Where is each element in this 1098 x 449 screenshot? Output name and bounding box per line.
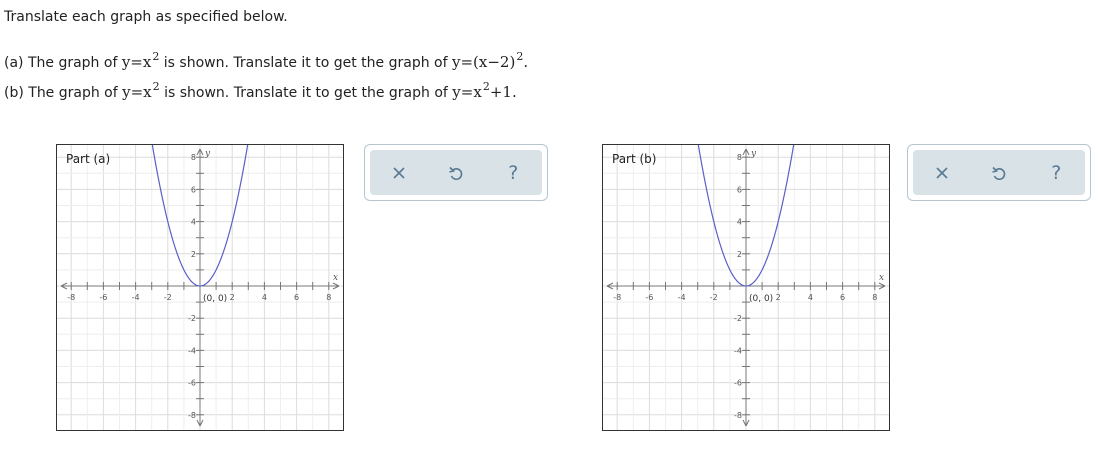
y-axis-label: y: [204, 149, 211, 159]
y-axis-label: y: [750, 149, 757, 159]
part-b-middle: is shown. Translate it to get the graph …: [164, 85, 448, 101]
y-tick-label: -4: [188, 346, 196, 355]
x-tick-label: 4: [262, 293, 267, 302]
x-axis-label: x: [333, 273, 338, 283]
x-tick-label: -4: [132, 293, 140, 302]
graph-part-a[interactable]: -8 -6 -4 -2 2 4 6 8 8 6 4 2 -2 -4 -6 -8 x y (0, 0) Part (a…: [56, 144, 344, 431]
help-button[interactable]: ?: [496, 156, 530, 190]
y-tick-label: -8: [734, 411, 742, 420]
y-tick-label: -4: [734, 346, 742, 355]
y-tick-label: -2: [734, 314, 742, 323]
x-tick-label: -8: [67, 293, 75, 302]
undo-button[interactable]: [439, 156, 473, 190]
part-b-prefix: (b) The graph of: [4, 85, 118, 101]
graph-part-b[interactable]: -8 -6 -4 -2 2 4 6 8 8 6 4 2 -2 -4 -6 -8 x y (0, 0) Part (b…: [602, 144, 890, 431]
x-tick-label: -2: [710, 293, 718, 302]
part-b-target-equation: y=x2+1.: [452, 80, 517, 101]
undo-icon: [449, 166, 463, 180]
help-icon: ?: [1051, 161, 1062, 184]
help-icon: ?: [508, 161, 519, 184]
x-tick-label: 6: [294, 293, 299, 302]
x-tick-label: -2: [164, 293, 172, 302]
y-tick-label: -8: [188, 411, 196, 420]
part-a-prefix: (a) The graph of: [4, 55, 118, 71]
vertex-label: (0, 0): [203, 294, 227, 304]
close-icon: [936, 166, 948, 179]
undo-icon: [992, 166, 1006, 180]
part-b-given-equation: y=x2: [122, 80, 160, 101]
vertex-label: (0, 0): [749, 294, 773, 304]
x-tick-label: 2: [776, 293, 781, 302]
y-tick-label: -6: [188, 379, 196, 388]
y-tick-label: 8: [191, 153, 196, 162]
x-tick-label: 8: [326, 293, 331, 302]
x-tick-label: 6: [840, 293, 845, 302]
x-tick-label: -8: [613, 293, 621, 302]
x-tick-label: 4: [808, 293, 813, 302]
part-a-target-equation: y=(x−2)2.: [451, 50, 529, 71]
graph-part-b-label: Part (b): [612, 152, 657, 166]
y-tick-label: 2: [191, 250, 196, 259]
part-b-prompt: (b) The graph of y=x2 is shown. Translat…: [4, 80, 517, 101]
clear-button[interactable]: [382, 156, 416, 190]
y-tick-label: 8: [737, 153, 742, 162]
x-tick-label: -6: [645, 293, 653, 302]
y-tick-label: 4: [737, 218, 742, 227]
y-tick-label: 2: [737, 250, 742, 259]
clear-button[interactable]: [925, 156, 959, 190]
part-a-prompt: (a) The graph of y=x2 is shown. Translat…: [4, 50, 529, 71]
part-a-given-equation: y=x2: [121, 50, 160, 71]
y-tick-label: 6: [191, 185, 196, 194]
graph-part-b-canvas[interactable]: -8 -6 -4 -2 2 4 6 8 8 6 4 2 -2 -4 -6 -8 x y (0, 0): [603, 145, 889, 430]
help-button[interactable]: ?: [1039, 156, 1073, 190]
y-tick-label: -6: [734, 379, 742, 388]
y-tick-label: 4: [191, 218, 196, 227]
x-tick-label: -4: [678, 293, 686, 302]
part-a-middle: is shown. Translate it to get the graph …: [163, 55, 448, 71]
undo-button[interactable]: [982, 156, 1016, 190]
x-tick-label: -6: [99, 293, 107, 302]
graph-part-a-canvas[interactable]: -8 -6 -4 -2 2 4 6 8 8 6 4 2 -2 -4 -6 -8 x y (0, 0): [57, 145, 343, 430]
toolbar-part-a: ?: [364, 144, 548, 201]
toolbar-part-b: ?: [907, 144, 1091, 201]
x-axis-label: x: [879, 273, 884, 283]
y-tick-label: 6: [737, 185, 742, 194]
y-tick-label: -2: [188, 314, 196, 323]
instructions-text: Translate each graph as specified below.: [4, 9, 288, 25]
x-tick-label: 8: [872, 293, 877, 302]
close-icon: [393, 166, 405, 179]
x-tick-label: 2: [230, 293, 235, 302]
graph-part-a-label: Part (a): [66, 152, 111, 166]
